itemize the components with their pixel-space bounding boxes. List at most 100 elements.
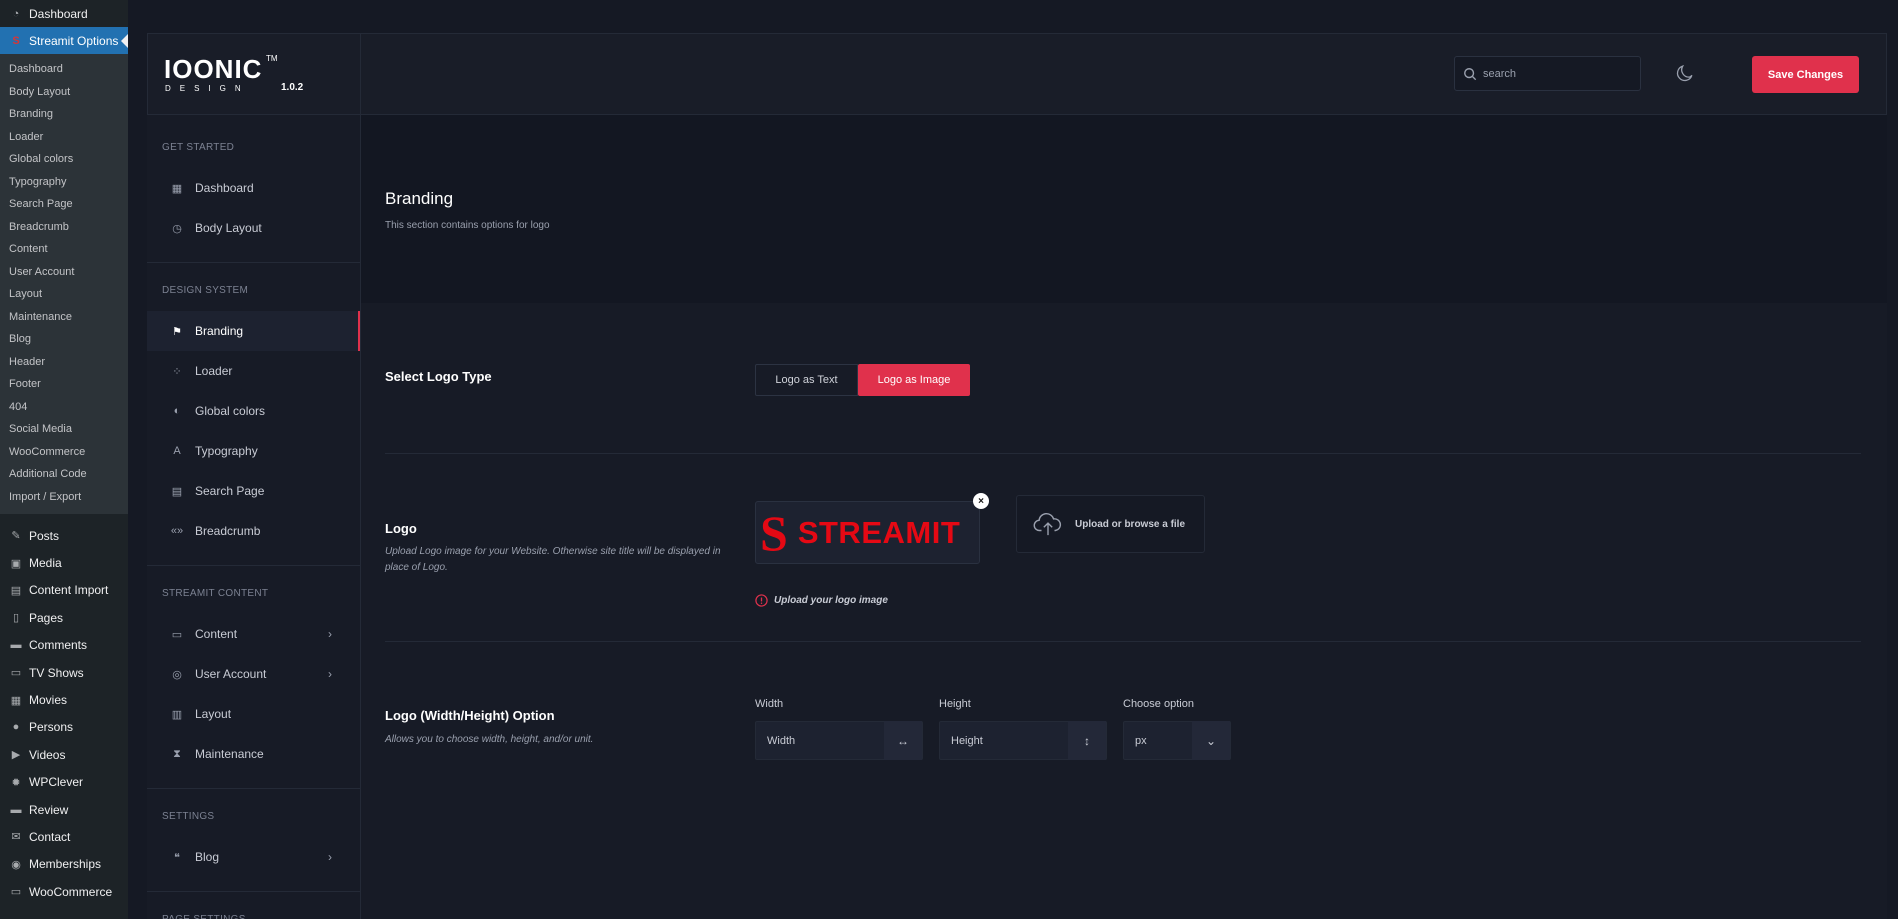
wp-menu-pages[interactable]: ▯ Pages xyxy=(0,604,128,631)
hourglass-icon: ⧗ xyxy=(173,747,181,760)
wp-submenu-item[interactable]: Dashboard xyxy=(0,58,128,81)
remove-logo-close-icon[interactable]: × xyxy=(973,493,989,509)
page-icon: ▤ xyxy=(171,485,183,498)
sidebar-item-breadcrumb[interactable]: «» Breadcrumb xyxy=(147,511,360,551)
sidebar-divider xyxy=(147,262,360,263)
sidebar-item-dashboard[interactable]: ▦ Dashboard xyxy=(147,168,360,208)
streamit-icon: S xyxy=(12,34,20,47)
logo-description: Upload Logo image for your Website. Othe… xyxy=(385,546,721,573)
search-icon xyxy=(1464,67,1477,80)
logo-size-title: Logo (Width/Height) Option xyxy=(385,708,555,723)
wp-submenu-item[interactable]: Typography xyxy=(0,171,128,194)
wp-menu-content-import[interactable]: ▤ Content Import xyxy=(0,577,128,604)
wp-submenu-item[interactable]: 404 xyxy=(0,396,128,419)
wp-submenu-item[interactable]: Blog xyxy=(0,328,128,351)
wp-menu-posts[interactable]: ✎ Posts xyxy=(0,522,128,549)
flag-icon: ⚑ xyxy=(172,325,182,338)
dark-mode-moon-icon[interactable] xyxy=(1674,62,1696,84)
wp-menu-memberships[interactable]: ◉ Memberships xyxy=(0,851,128,878)
wp-submenu-item[interactable]: Additional Code xyxy=(0,463,128,486)
blog-icon: ❝ xyxy=(174,851,180,864)
sidebar-item-branding[interactable]: ⚑ Branding xyxy=(147,311,360,351)
brand-logo[interactable]: IOONIC TM DESIGN 1.0.2 xyxy=(148,34,361,116)
wp-menu-persons[interactable]: ● Persons xyxy=(0,714,128,741)
width-field[interactable]: Width ↔ xyxy=(755,721,923,760)
sidebar-item-global-colors[interactable]: ◐ Global colors xyxy=(147,391,360,431)
sidebar-section-title: PAGE SETTINGS xyxy=(147,910,360,919)
sidebar-item-layout[interactable]: ▥ Layout xyxy=(147,694,360,734)
sidebar-section-title: SETTINGS xyxy=(162,811,215,822)
section-divider xyxy=(385,453,1861,454)
save-changes-button[interactable]: Save Changes xyxy=(1752,56,1859,93)
wp-submenu-item[interactable]: Import / Export xyxy=(0,486,128,509)
page-description: This section contains options for logo xyxy=(385,220,550,231)
logo-as-image-option[interactable]: Logo as Image xyxy=(858,364,970,396)
wp-submenu-item[interactable]: Layout xyxy=(0,283,128,306)
wp-submenu-item[interactable]: Search Page xyxy=(0,193,128,216)
wp-submenu-item[interactable]: Breadcrumb xyxy=(0,216,128,239)
sidebar-item-label: Layout xyxy=(195,707,232,721)
wp-submenu-item[interactable]: Global colors xyxy=(0,148,128,171)
unit-label: Choose option xyxy=(1123,698,1194,710)
sidebar-item-search-page[interactable]: ▤ Search Page xyxy=(147,471,360,511)
pages-icon: ▯ xyxy=(12,612,20,625)
wp-menu-comments[interactable]: ▬ Comments xyxy=(0,632,128,659)
wp-menu-review[interactable]: ▬ Review xyxy=(0,796,128,823)
wp-menu-label: Streamit Options xyxy=(29,33,119,48)
media-icon: ▣ xyxy=(10,557,22,570)
video-icon: ▶ xyxy=(11,749,21,762)
sidebar-item-maintenance[interactable]: ⧗ Maintenance xyxy=(147,734,360,774)
wp-submenu-item[interactable]: Branding xyxy=(0,103,128,126)
logo-type-title: Select Logo Type xyxy=(385,369,492,384)
height-input[interactable]: Height xyxy=(940,735,1068,747)
wp-submenu-item[interactable]: Loader xyxy=(0,126,128,149)
sidebar-item-label: Typography xyxy=(195,444,258,458)
wp-submenu-item[interactable]: Maintenance xyxy=(0,306,128,329)
wp-menu-tv-shows[interactable]: ▭ TV Shows xyxy=(0,659,128,686)
wp-menu-contact[interactable]: ✉ Contact xyxy=(0,823,128,850)
wp-submenu-item[interactable]: Content xyxy=(0,238,128,261)
height-field[interactable]: Height ↕ xyxy=(939,721,1107,760)
search-box[interactable] xyxy=(1454,56,1641,91)
brand-trademark: TM xyxy=(266,54,278,63)
woocommerce-icon: ▭ xyxy=(10,886,22,899)
version-label: 1.0.2 xyxy=(281,82,304,93)
sidebar-item-label: Global colors xyxy=(195,404,266,418)
sidebar-item-loader[interactable]: ⁘ Loader xyxy=(147,351,360,391)
upload-warning-text: Upload your logo image xyxy=(774,595,888,606)
width-input[interactable]: Width xyxy=(756,735,884,747)
upload-file-button[interactable]: Upload or browse a file xyxy=(1016,495,1205,553)
wp-menu-woocommerce[interactable]: ▭ WooCommerce xyxy=(0,878,128,905)
sidebar-item-label: Content xyxy=(195,627,238,641)
wp-menu-label: Posts xyxy=(29,528,60,543)
sidebar-item-content[interactable]: ▭ Content › xyxy=(147,614,360,654)
logo-title: Logo xyxy=(385,521,417,536)
wp-submenu-item[interactable]: Social Media xyxy=(0,418,128,441)
wp-menu-label: WooCommerce xyxy=(29,884,113,899)
sidebar-item-label: Dashboard xyxy=(195,181,254,195)
wp-menu-dashboard[interactable]: ◔ Dashboard xyxy=(0,0,128,27)
sidebar-item-body-layout[interactable]: ◷ Body Layout xyxy=(147,208,360,248)
wp-submenu-item[interactable]: Body Layout xyxy=(0,81,128,104)
sidebar-item-blog[interactable]: ❝ Blog › xyxy=(147,837,360,877)
wp-submenu-item[interactable]: User Account xyxy=(0,261,128,284)
sidebar-item-label: Breadcrumb xyxy=(195,524,261,538)
sidebar-section-title: DESIGN SYSTEM xyxy=(162,285,249,296)
sidebar-item-typography[interactable]: A Typography xyxy=(147,431,360,471)
wp-menu-wpclever[interactable]: ✹ WPClever xyxy=(0,769,128,796)
wp-menu-streamit-options[interactable]: S Streamit Options xyxy=(0,27,128,54)
wp-menu-media[interactable]: ▣ Media xyxy=(0,549,128,576)
logo-as-text-option[interactable]: Logo as Text xyxy=(755,364,858,396)
person-icon: ● xyxy=(12,721,20,734)
wp-submenu-item[interactable]: Header xyxy=(0,351,128,374)
wp-submenu-item[interactable]: Footer xyxy=(0,373,128,396)
grid-icon: ▦ xyxy=(171,182,183,195)
sidebar-item-label: Body Layout xyxy=(195,221,262,235)
search-input[interactable] xyxy=(1483,67,1633,80)
sidebar-item-user-account[interactable]: ◎ User Account › xyxy=(147,654,360,694)
wp-menu-movies[interactable]: ▦ Movies xyxy=(0,686,128,713)
wp-menu-videos[interactable]: ▶ Videos xyxy=(0,741,128,768)
wp-submenu-item[interactable]: WooCommerce xyxy=(0,441,128,464)
unit-select[interactable]: px ⌄ xyxy=(1123,721,1231,760)
logo-preview: S STREAMIT xyxy=(755,501,980,564)
